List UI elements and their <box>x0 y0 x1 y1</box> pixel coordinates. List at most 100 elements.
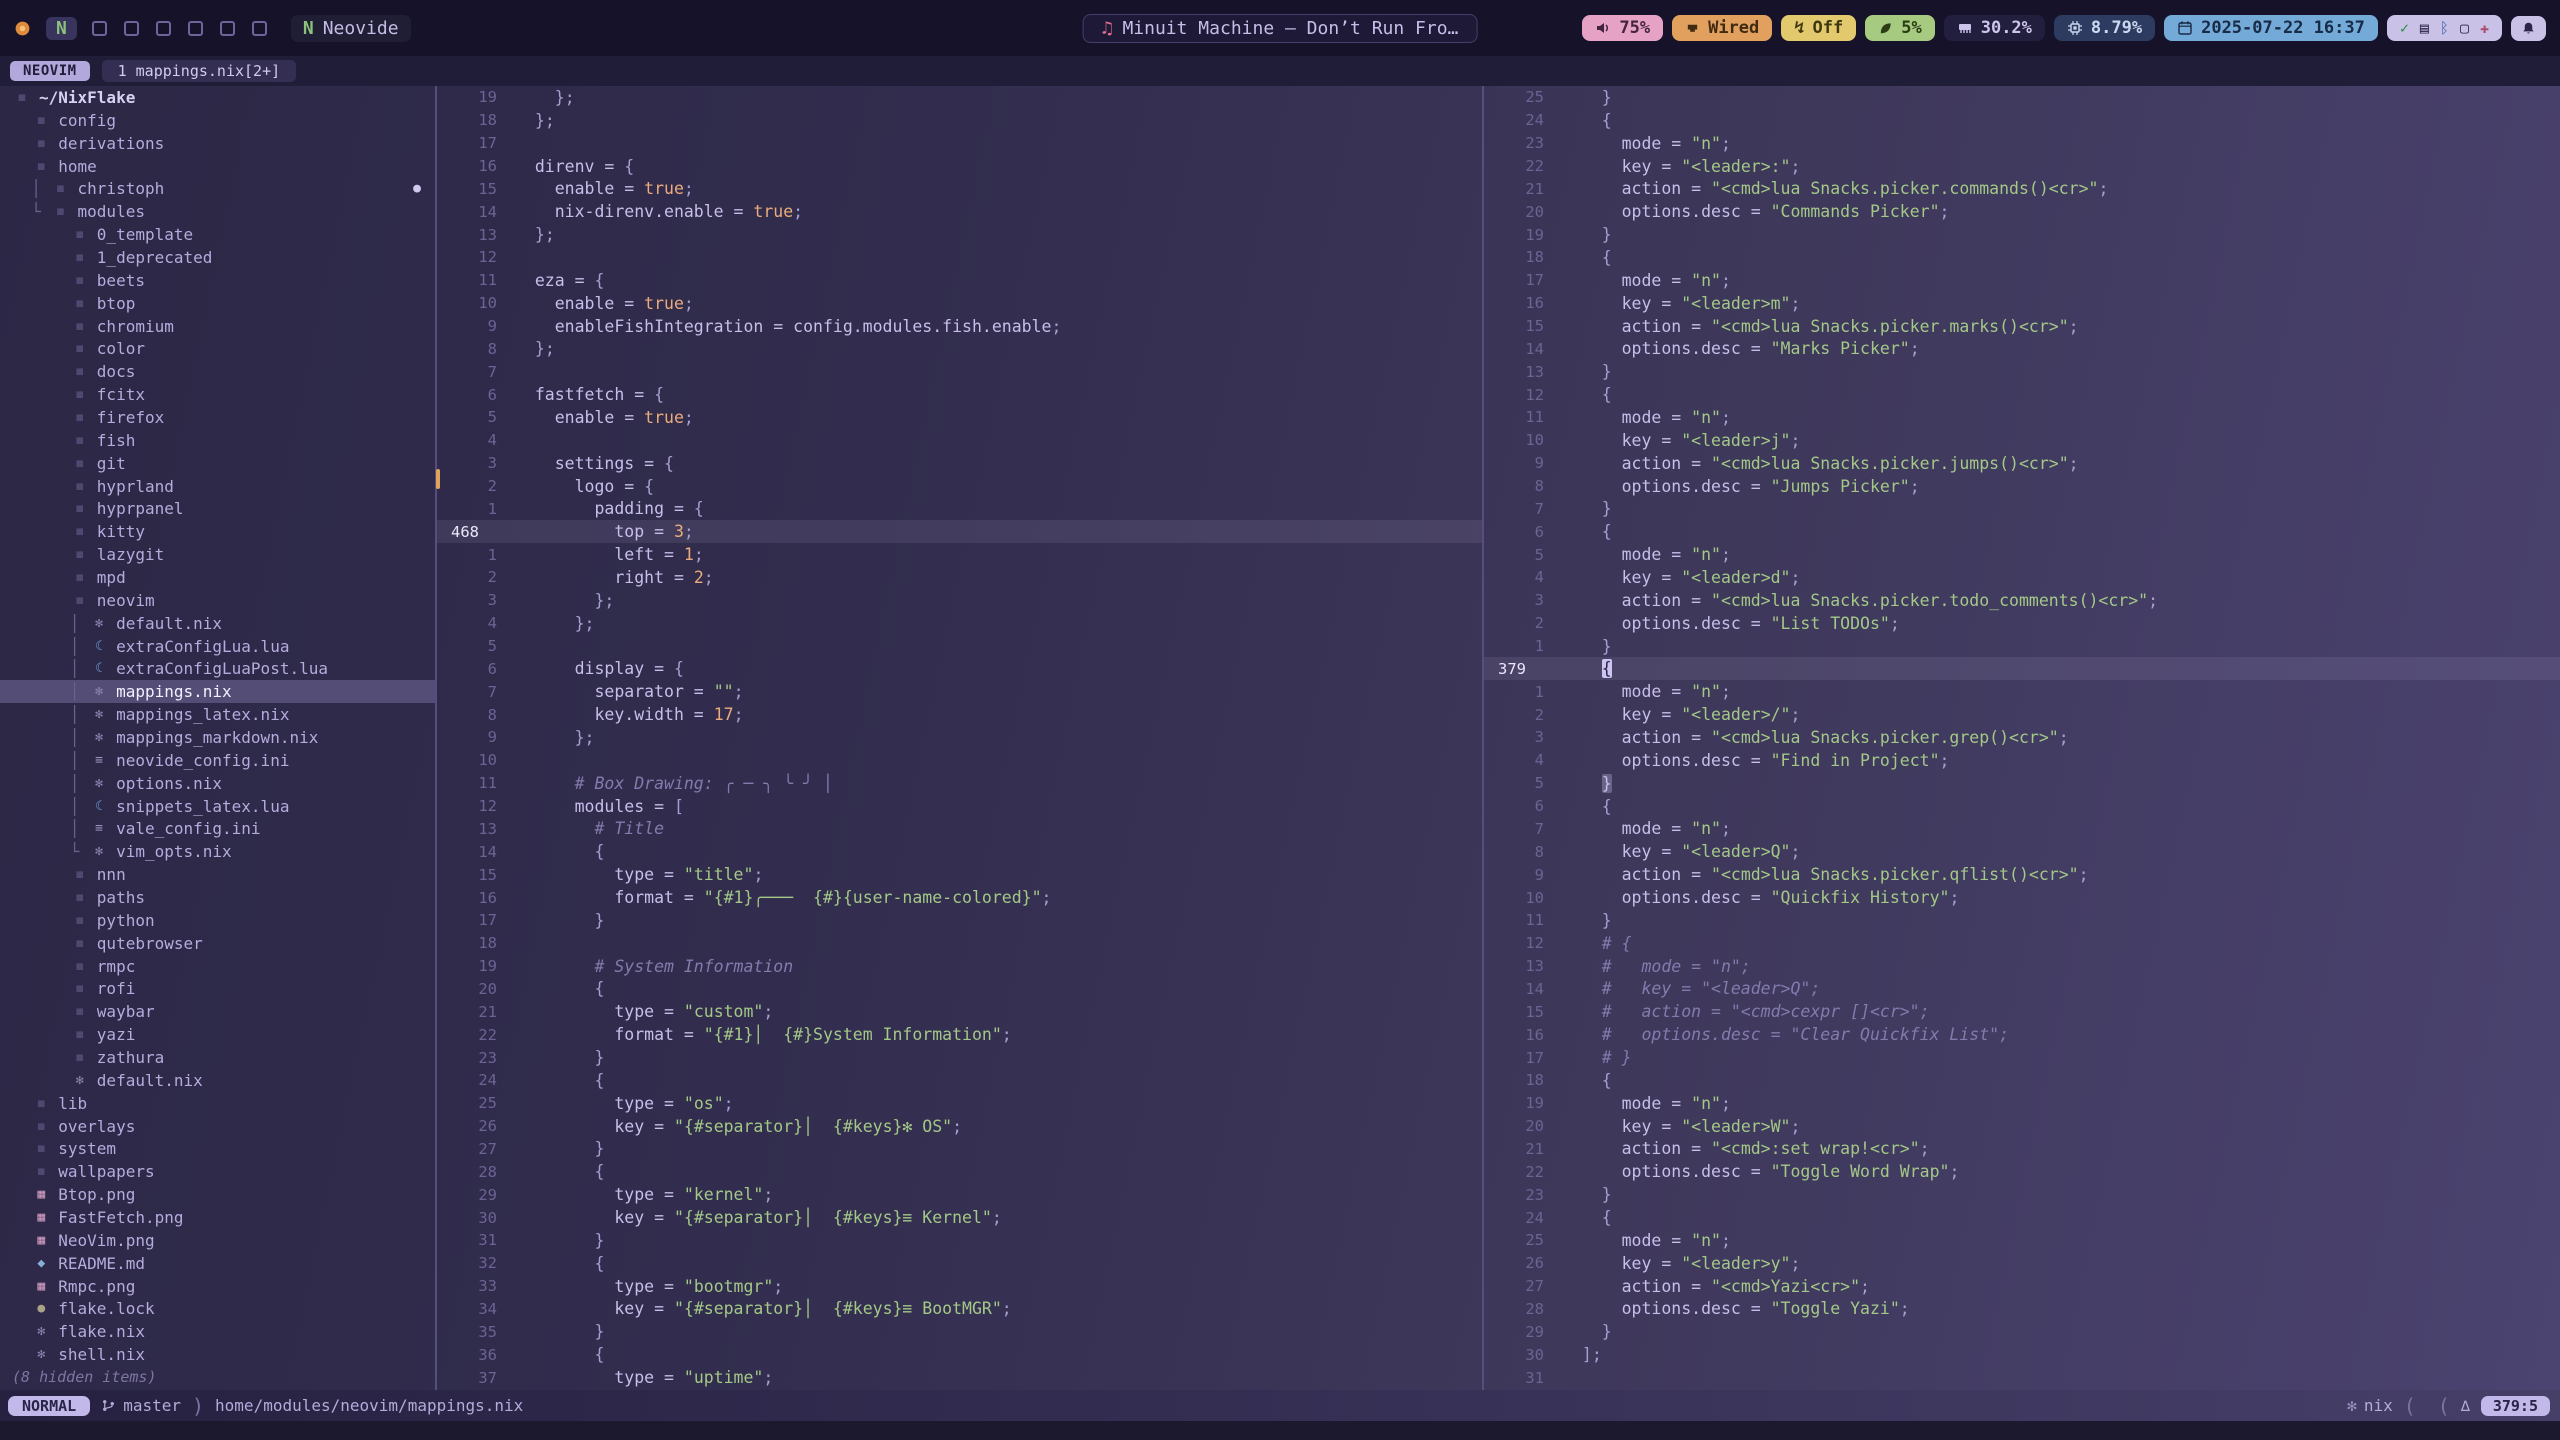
code-line[interactable]: 21 action = "<cmd>:set wrap!<cr>"; <box>1484 1138 2560 1161</box>
code-line[interactable]: 16 # options.desc = "Clear Quickfix List… <box>1484 1023 2560 1046</box>
tree-item-fcitx[interactable]: ◼fcitx <box>0 383 435 406</box>
code-line[interactable]: 3 }; <box>437 589 1482 612</box>
tree-item-lib[interactable]: ◼lib <box>0 1092 435 1115</box>
code-line[interactable]: 18 }; <box>437 109 1482 132</box>
code-line[interactable]: 20 key = "<leader>W"; <box>1484 1115 2560 1138</box>
code-line[interactable]: 9 action = "<cmd>lua Snacks.picker.qflis… <box>1484 863 2560 886</box>
code-line[interactable]: 22 options.desc = "Toggle Word Wrap"; <box>1484 1160 2560 1183</box>
code-line[interactable]: 11 } <box>1484 909 2560 932</box>
tree-item-chromium[interactable]: ◼chromium <box>0 315 435 338</box>
tree-item-git[interactable]: ◼git <box>0 452 435 475</box>
code-line[interactable]: 6 { <box>1484 795 2560 818</box>
volume-module[interactable]: 75% <box>1582 15 1663 41</box>
tree-item-fish[interactable]: ◼fish <box>0 429 435 452</box>
tree-item-flake-lock[interactable]: ●flake.lock <box>0 1298 435 1321</box>
code-line[interactable]: 7 } <box>1484 497 2560 520</box>
tree-item-paths[interactable]: ◼paths <box>0 886 435 909</box>
tree-item-modules[interactable]: └ ◼modules <box>0 200 435 223</box>
tree-item-1-deprecated[interactable]: ◼1_deprecated <box>0 246 435 269</box>
code-line[interactable]: 23 mode = "n"; <box>1484 132 2560 155</box>
code-line[interactable]: 27 action = "<cmd>Yazi<cr>"; <box>1484 1275 2560 1298</box>
code-line[interactable]: 16 key = "<leader>m"; <box>1484 292 2560 315</box>
code-line[interactable]: 37 type = "uptime"; <box>437 1366 1482 1389</box>
code-line[interactable]: 21 action = "<cmd>lua Snacks.picker.comm… <box>1484 177 2560 200</box>
window-title-module[interactable]: N Neovide <box>291 15 411 42</box>
code-line[interactable]: 15 # action = "<cmd>cexpr []<cr>"; <box>1484 1000 2560 1023</box>
code-line[interactable]: 22 key = "<leader>:"; <box>1484 155 2560 178</box>
code-line[interactable]: 25 type = "os"; <box>437 1092 1482 1115</box>
tab-mappings-nix[interactable]: 1 mappings.nix[2+] <box>102 60 297 82</box>
tree-item-waybar[interactable]: ◼waybar <box>0 1000 435 1023</box>
code-line[interactable]: 379 { <box>1484 657 2560 680</box>
code-line[interactable]: 4 key = "<leader>d"; <box>1484 566 2560 589</box>
workspace-empty[interactable] <box>220 21 235 36</box>
tree-item-mpd[interactable]: ◼mpd <box>0 566 435 589</box>
code-line[interactable]: 7 <box>437 360 1482 383</box>
tree-item-wallpapers[interactable]: ◼wallpapers <box>0 1160 435 1183</box>
code-line[interactable]: 14 nix-direnv.enable = true; <box>437 200 1482 223</box>
code-line[interactable]: 35 } <box>437 1320 1482 1343</box>
code-line[interactable]: 19 mode = "n"; <box>1484 1092 2560 1115</box>
tree-item-kitty[interactable]: ◼kitty <box>0 520 435 543</box>
tree-item-mappings-latex-nix[interactable]: │ ✻mappings_latex.nix <box>0 703 435 726</box>
tree-item-btop[interactable]: ◼btop <box>0 292 435 315</box>
tray-bluetooth-icon[interactable]: ᛒ <box>2440 19 2449 37</box>
code-line[interactable]: 34 key = "{#separator}│ {#keys}≡ BootMGR… <box>437 1298 1482 1321</box>
code-line[interactable]: 23 } <box>437 1046 1482 1069</box>
code-line[interactable]: 2 right = 2; <box>437 566 1482 589</box>
code-line[interactable]: 1 } <box>1484 635 2560 658</box>
code-line[interactable]: 16 direnv = { <box>437 155 1482 178</box>
code-line[interactable]: 18 { <box>1484 246 2560 269</box>
code-line[interactable]: 4 options.desc = "Find in Project"; <box>1484 749 2560 772</box>
workspace-empty[interactable] <box>124 21 139 36</box>
eco-module[interactable]: 5% <box>1865 15 1934 41</box>
code-line[interactable]: 4 }; <box>437 612 1482 635</box>
code-line[interactable]: 17 <box>437 132 1482 155</box>
tree-item-beets[interactable]: ◼beets <box>0 269 435 292</box>
tray-layout-icon[interactable]: ▤ <box>2420 19 2429 37</box>
code-line[interactable]: 10 <box>437 749 1482 772</box>
code-line[interactable]: 30 ]; <box>1484 1343 2560 1366</box>
tree-item-default-nix[interactable]: │ ✻default.nix <box>0 612 435 635</box>
tree-item-neovide-config-ini[interactable]: │ ≡neovide_config.ini <box>0 749 435 772</box>
code-line[interactable]: 12 modules = [ <box>437 795 1482 818</box>
code-line[interactable]: 36 { <box>437 1343 1482 1366</box>
code-line[interactable]: 9 enableFishIntegration = config.modules… <box>437 315 1482 338</box>
tree-item-nnn[interactable]: ◼nnn <box>0 863 435 886</box>
tree-item-fastfetch-png[interactable]: ▦FastFetch.png <box>0 1206 435 1229</box>
code-line[interactable]: 15 action = "<cmd>lua Snacks.picker.mark… <box>1484 315 2560 338</box>
editor-right-pane[interactable]: 25 }24 {23 mode = "n";22 key = "<leader>… <box>1484 86 2560 1390</box>
code-line[interactable]: 3 action = "<cmd>lua Snacks.picker.todo_… <box>1484 589 2560 612</box>
code-line[interactable]: 7 separator = ""; <box>437 680 1482 703</box>
code-line[interactable]: 5 } <box>1484 772 2560 795</box>
code-line[interactable]: 14 options.desc = "Marks Picker"; <box>1484 337 2560 360</box>
code-line[interactable]: 28 { <box>437 1160 1482 1183</box>
tree-item-snippets-latex-lua[interactable]: │ ☾snippets_latex.lua <box>0 795 435 818</box>
code-line[interactable]: 33 type = "bootmgr"; <box>437 1275 1482 1298</box>
code-line[interactable]: 22 format = "{#1}│ {#}System Information… <box>437 1023 1482 1046</box>
tree-item-config[interactable]: ◼config <box>0 109 435 132</box>
code-line[interactable]: 28 options.desc = "Toggle Yazi"; <box>1484 1298 2560 1321</box>
code-line[interactable]: 10 enable = true; <box>437 292 1482 315</box>
code-line[interactable]: 15 enable = true; <box>437 177 1482 200</box>
tree-item-overlays[interactable]: ◼overlays <box>0 1115 435 1138</box>
memory-module[interactable]: 30.2% <box>1944 15 2045 41</box>
code-line[interactable]: 12 # { <box>1484 932 2560 955</box>
code-line[interactable]: 16 format = "{#1}╭─── {#}{user-name-colo… <box>437 886 1482 909</box>
code-line[interactable]: 17 } <box>437 909 1482 932</box>
code-line[interactable]: 6 { <box>1484 520 2560 543</box>
tray-check-icon[interactable]: ✓ <box>2400 19 2409 37</box>
tree-item-zathura[interactable]: ◼zathura <box>0 1046 435 1069</box>
code-line[interactable]: 19 } <box>1484 223 2560 246</box>
code-line[interactable]: 468 top = 3; <box>437 520 1482 543</box>
code-line[interactable]: 29 type = "kernel"; <box>437 1183 1482 1206</box>
tree-item-rmpc-png[interactable]: ▦Rmpc.png <box>0 1275 435 1298</box>
tree-item-vim-opts-nix[interactable]: └ ✻vim_opts.nix <box>0 840 435 863</box>
clock-module[interactable]: 2025-07-22 16:37 <box>2164 15 2378 41</box>
code-line[interactable]: 24 { <box>437 1069 1482 1092</box>
code-line[interactable]: 19 }; <box>437 86 1482 109</box>
code-line[interactable]: 13 } <box>1484 360 2560 383</box>
tree-item-options-nix[interactable]: │ ✻options.nix <box>0 772 435 795</box>
code-line[interactable]: 25 } <box>1484 86 2560 109</box>
code-line[interactable]: 20 options.desc = "Commands Picker"; <box>1484 200 2560 223</box>
